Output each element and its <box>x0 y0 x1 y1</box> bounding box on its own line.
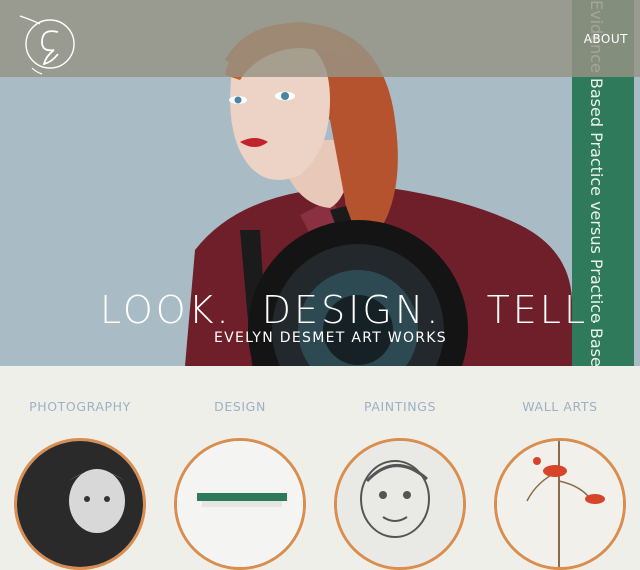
logo-icon[interactable] <box>12 10 80 78</box>
header-bar: ABOUT <box>0 0 640 77</box>
category-paintings[interactable]: PAINTINGS <box>320 366 480 570</box>
category-label-photography[interactable]: PHOTOGRAPHY <box>0 399 160 414</box>
nav-about-link[interactable]: ABOUT <box>584 32 628 46</box>
book-stack-thumbnail <box>177 441 303 567</box>
category-thumbnail-paintings[interactable] <box>334 438 466 570</box>
category-label-wall-arts[interactable]: WALL ARTS <box>480 399 640 414</box>
category-thumbnail-wall-arts[interactable] <box>494 438 626 570</box>
category-label-paintings[interactable]: PAINTINGS <box>320 399 480 414</box>
hero-subtitle: EVELYN DESMET ART WORKS <box>214 330 447 346</box>
hero-banner: Evidence Based Practice versus Practice … <box>0 0 640 366</box>
category-thumbnail-photography[interactable] <box>14 438 146 570</box>
sketch-portrait-thumbnail <box>337 441 463 567</box>
category-section: PHOTOGRAPHY DESIGN PAINTINGS WALL ARTS <box>0 366 640 570</box>
category-design[interactable]: DESIGN <box>160 366 320 570</box>
category-wall-arts[interactable]: WALL ARTS <box>480 366 640 570</box>
child-portrait-thumbnail <box>17 441 143 567</box>
category-photography[interactable]: PHOTOGRAPHY <box>0 366 160 570</box>
hero-headline: LOOK. DESIGN. TELL. <box>100 288 604 332</box>
wall-mural-thumbnail <box>497 441 623 567</box>
category-label-design[interactable]: DESIGN <box>160 399 320 414</box>
category-thumbnail-design[interactable] <box>174 438 306 570</box>
